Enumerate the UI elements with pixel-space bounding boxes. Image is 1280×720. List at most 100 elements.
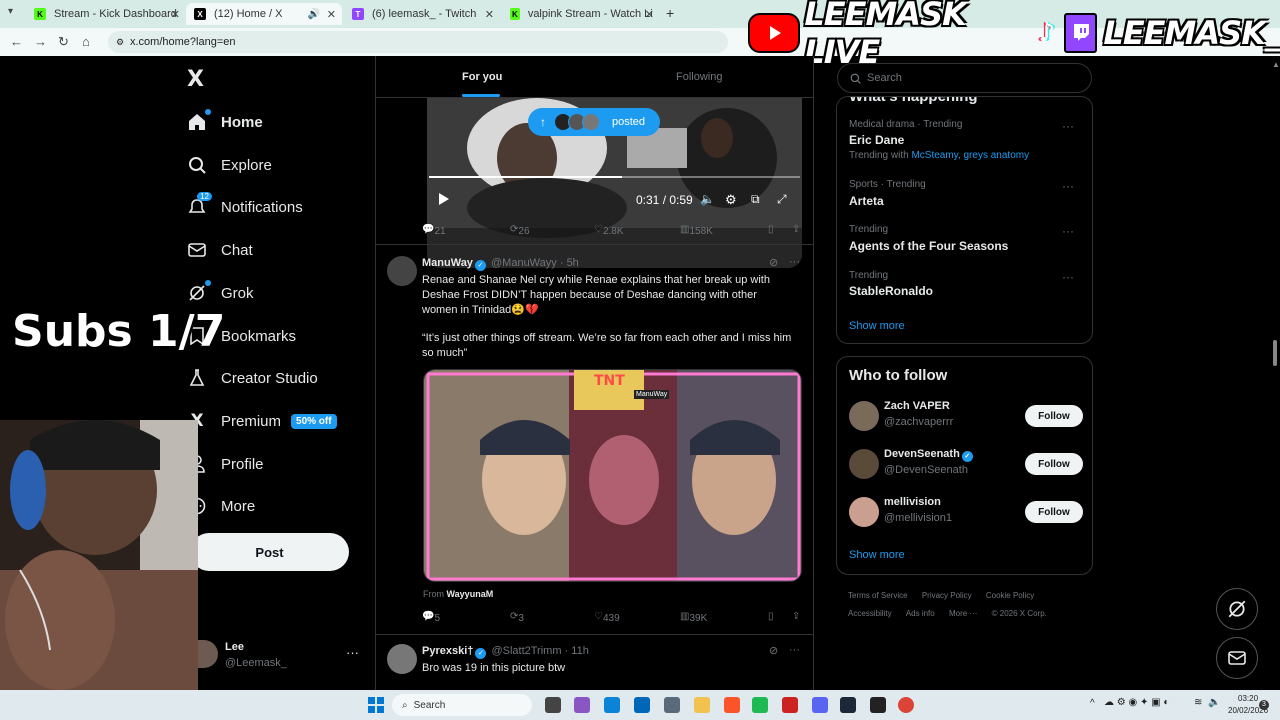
new-posts-pill[interactable]: ↑ posted xyxy=(528,108,660,136)
x-logo[interactable]: X xyxy=(187,67,204,92)
footer-link-terms[interactable]: Terms of Service xyxy=(848,591,908,600)
more-dots-icon[interactable]: ··· xyxy=(1062,119,1074,133)
more-dots-icon[interactable]: ··· xyxy=(1062,224,1074,238)
bookmark-icon[interactable]: ▯ xyxy=(768,611,774,622)
sidebar-item-creator-studio[interactable]: Creator Studio xyxy=(186,367,318,389)
app-icon[interactable] xyxy=(574,697,590,713)
tab-for-you[interactable]: For you xyxy=(462,71,502,83)
spotify-icon[interactable] xyxy=(752,697,768,713)
task-view-icon[interactable] xyxy=(545,697,561,713)
system-tray-chevron-icon[interactable]: ^ xyxy=(1090,698,1095,709)
follow-suggestion[interactable]: Zach VAPER @zachvaperrr Follow xyxy=(849,399,1083,433)
reply-button[interactable]: 💬 21 xyxy=(422,224,446,237)
views-button[interactable]: ▥ 39K xyxy=(680,611,707,624)
tweet-time[interactable]: · 11h xyxy=(565,645,589,657)
fullscreen-icon[interactable]: ⤢ xyxy=(777,192,787,207)
share-icon[interactable]: ⇪ xyxy=(792,224,800,235)
sidebar-item-premium[interactable]: X Premium 50% off xyxy=(186,410,337,432)
tweet-video[interactable]: TNT ManuWay xyxy=(423,369,802,582)
author-name[interactable]: Pyrexski† xyxy=(422,645,473,657)
url-field[interactable]: ⚙ x.com/home?lang=en xyxy=(108,31,728,53)
views-button[interactable]: ▥ 158K xyxy=(680,224,713,237)
show-more-link[interactable]: Show more xyxy=(849,320,905,332)
video-progress-track[interactable] xyxy=(429,176,800,178)
brave-icon[interactable] xyxy=(724,697,740,713)
chrome-icon[interactable] xyxy=(898,697,914,713)
search-input[interactable]: Search xyxy=(837,63,1092,93)
notification-count-badge[interactable]: 3 xyxy=(1259,700,1269,710)
close-tab-icon[interactable]: ✕ xyxy=(645,8,654,21)
more-dots-icon[interactable]: ··· xyxy=(789,256,800,268)
close-tab-icon[interactable]: ✕ xyxy=(327,8,336,21)
discord-icon[interactable] xyxy=(812,697,828,713)
volume-icon[interactable]: 🔈 xyxy=(700,192,715,206)
avatar[interactable] xyxy=(387,644,417,674)
footer-link-cookies[interactable]: Cookie Policy xyxy=(986,591,1034,600)
windows-start-icon[interactable] xyxy=(368,697,384,713)
like-button[interactable]: ♡ 2.8K xyxy=(594,224,624,237)
file-explorer-icon[interactable] xyxy=(694,697,710,713)
close-tab-icon[interactable]: ✕ xyxy=(171,8,180,21)
avatar[interactable] xyxy=(387,256,417,286)
follow-button[interactable]: Follow xyxy=(1025,405,1083,427)
author-name[interactable]: ManuWay xyxy=(422,257,473,269)
messages-floating-button[interactable] xyxy=(1216,637,1258,679)
from-user[interactable]: WayyunaM xyxy=(447,589,494,599)
site-info-icon[interactable]: ⚙ xyxy=(116,37,124,48)
sidebar-item-chat[interactable]: Chat xyxy=(186,239,253,261)
new-tab-button[interactable]: + xyxy=(666,5,674,21)
settings-icon[interactable] xyxy=(664,697,680,713)
sidebar-item-notifications[interactable]: 12 Notifications xyxy=(186,192,303,218)
repost-button[interactable]: ⟳ 3 xyxy=(510,611,524,624)
taskbar-search[interactable]: ⌕ Search xyxy=(392,694,532,716)
sidebar-item-grok[interactable]: Grok xyxy=(186,280,254,304)
wifi-icon[interactable]: ≋ xyxy=(1194,697,1202,708)
grok-icon[interactable]: ⊘ xyxy=(769,256,778,269)
close-tab-icon[interactable]: ✕ xyxy=(485,8,494,21)
follow-button[interactable]: Follow xyxy=(1025,501,1083,523)
play-icon[interactable] xyxy=(438,192,450,206)
more-dots-icon[interactable]: ··· xyxy=(789,644,800,656)
browser-tab[interactable]: K Stream - Kick Dashboard ✕ xyxy=(26,3,186,25)
tab-list-icon[interactable]: ▾ xyxy=(8,6,13,17)
author-handle[interactable]: @ManuWayy xyxy=(491,257,557,269)
speaker-icon[interactable]: 🔊 xyxy=(308,9,320,20)
footer-link-accessibility[interactable]: Accessibility xyxy=(848,609,892,618)
share-icon[interactable]: ⇪ xyxy=(792,611,800,622)
browser-tab[interactable]: K valpink Stream - Watch Live on ✕ xyxy=(502,3,660,25)
browser-tab-active[interactable]: X (12) Home / X 🔊 ✕ xyxy=(186,3,342,25)
edge-icon[interactable] xyxy=(604,697,620,713)
follow-suggestion[interactable]: mellivision @mellivision1 Follow xyxy=(849,495,1083,529)
footer-link-ads[interactable]: Ads info xyxy=(906,609,935,618)
follow-button[interactable]: Follow xyxy=(1025,453,1083,475)
tray-icons[interactable]: ☁ ⚙ ◉ ✦ ▣ ◐ xyxy=(1104,697,1169,708)
page-scrollbar[interactable] xyxy=(1273,340,1277,366)
more-dots-icon[interactable]: ··· xyxy=(1062,270,1074,284)
more-dots-icon[interactable]: ··· xyxy=(346,645,359,660)
browser-tab[interactable]: T (6) leemask_ - Twitch ✕ xyxy=(344,3,500,25)
bookmark-icon[interactable]: ▯ xyxy=(768,224,774,235)
account-switcher[interactable]: Lee @Leemask_ ··· xyxy=(196,636,366,676)
scroll-up-icon[interactable]: ▲ xyxy=(1272,60,1280,69)
volume-icon[interactable]: 🔈 xyxy=(1208,697,1220,708)
show-more-link[interactable]: Show more xyxy=(849,549,905,561)
post-button[interactable]: Post xyxy=(190,533,349,571)
author-handle[interactable]: @Slatt2Trimm xyxy=(491,645,561,657)
tweet-time[interactable]: · 5h xyxy=(560,257,579,269)
store-icon[interactable] xyxy=(634,697,650,713)
sidebar-item-home[interactable]: Home xyxy=(186,109,263,133)
more-dots-icon[interactable]: ··· xyxy=(1062,179,1074,193)
reload-icon[interactable]: ↻ xyxy=(58,34,69,50)
settings-gear-icon[interactable]: ⚙ xyxy=(725,192,737,208)
home-button-icon[interactable]: ⌂ xyxy=(82,34,90,49)
picture-in-picture-icon[interactable]: ⧉ xyxy=(751,192,760,207)
tab-following[interactable]: Following xyxy=(676,71,722,83)
repost-button[interactable]: ⟳ 26 xyxy=(510,224,530,237)
footer-link-more[interactable]: More ··· xyxy=(949,609,977,618)
obs-icon[interactable] xyxy=(870,697,886,713)
like-button[interactable]: ♡ 439 xyxy=(594,611,620,624)
back-icon[interactable]: ← xyxy=(10,34,23,49)
trend-extra-links[interactable]: McSteamy, greys anatomy xyxy=(911,150,1029,161)
grok-icon[interactable]: ⊘ xyxy=(769,644,778,657)
steam-icon[interactable] xyxy=(840,697,856,713)
